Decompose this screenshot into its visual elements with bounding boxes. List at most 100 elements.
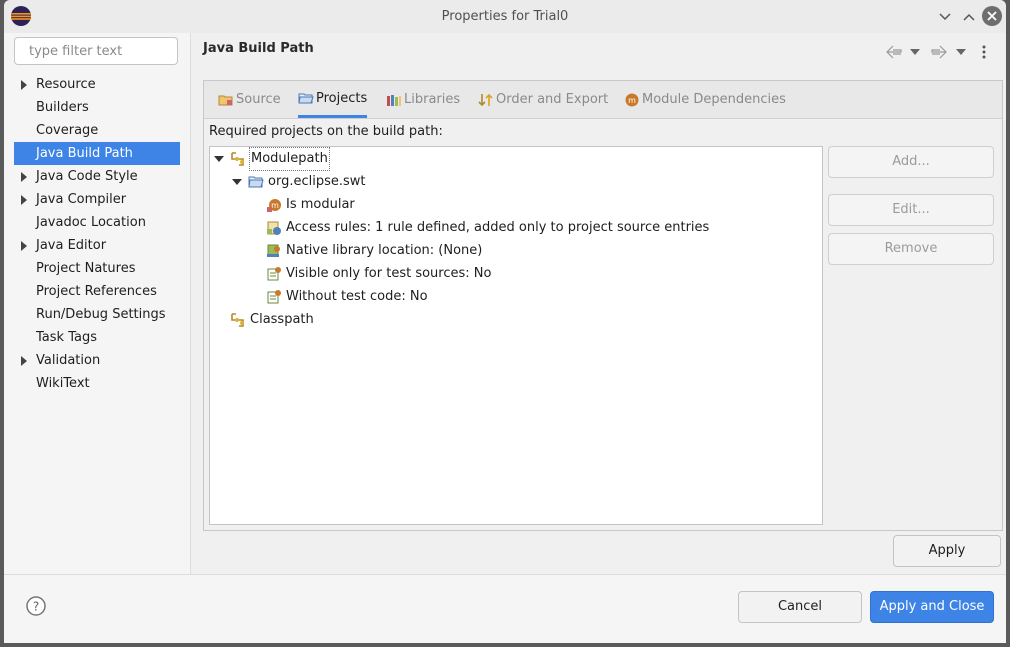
window-title: Properties for Trial0 — [441, 9, 569, 24]
tab-projects[interactable]: Projects — [298, 81, 368, 118]
tree-attr-test-sources[interactable]: Visible only for test sources: No — [265, 263, 491, 285]
libraries-icon — [387, 94, 401, 106]
tree-node-label: Native library location: (None) — [286, 243, 483, 258]
collapse-arrow-icon[interactable] — [232, 179, 242, 185]
properties-dialog: Properties for Trial0 Resource Builders … — [4, 0, 1006, 643]
svg-text:m: m — [271, 201, 279, 210]
cancel-button[interactable]: Cancel — [738, 591, 862, 623]
minimize-button[interactable] — [935, 7, 955, 27]
expand-arrow-icon[interactable] — [21, 172, 27, 182]
sidebar-item-label: Java Code Style — [36, 169, 138, 184]
back-history-dropdown[interactable] — [910, 44, 920, 60]
sidebar-item-project-natures[interactable]: Project Natures — [14, 257, 180, 280]
tab-module-dependencies[interactable]: m Module Dependencies — [624, 81, 786, 118]
sidebar-item-java-compiler[interactable]: Java Compiler — [14, 188, 180, 211]
tab-label: Order and Export — [496, 92, 609, 107]
tree-attr-native-library[interactable]: Native library location: (None) — [265, 240, 482, 262]
sidebar-item-builders[interactable]: Builders — [14, 96, 180, 119]
help-icon[interactable]: ? — [26, 596, 46, 616]
tree-attr-without-test-code[interactable]: Without test code: No — [265, 286, 428, 308]
sidebar-item-label: Resource — [36, 77, 96, 92]
tree-node-label: Visible only for test sources: No — [286, 266, 492, 281]
expand-arrow-icon[interactable] — [21, 356, 27, 366]
more-vertical-icon — [982, 45, 986, 59]
expand-arrow-icon[interactable] — [21, 80, 27, 90]
sidebar-item-wikitext[interactable]: WikiText — [14, 372, 180, 395]
sidebar-item-java-editor[interactable]: Java Editor — [14, 234, 180, 257]
module-attribute-icon: m — [267, 199, 281, 212]
sidebar-item-label: Project Natures — [36, 261, 136, 276]
sidebar-item-label: Coverage — [36, 123, 99, 138]
forward-button[interactable] — [931, 44, 947, 60]
project-folder-icon — [248, 176, 264, 188]
tab-order-and-export[interactable]: Order and Export — [478, 81, 608, 118]
native-library-icon — [267, 244, 280, 257]
edit-button[interactable]: Edit... — [828, 194, 994, 226]
tree-node-label: Access rules: 1 rule defined, added only… — [286, 220, 710, 235]
sidebar-item-label: Project References — [36, 284, 157, 299]
sidebar-item-label: Validation — [36, 353, 101, 368]
tree-node-project[interactable]: org.eclipse.swt — [247, 171, 365, 193]
view-menu-button[interactable] — [982, 44, 986, 60]
tree-node-label: Modulepath — [249, 147, 330, 171]
tree-attr-access-rules[interactable]: Access rules: 1 rule defined, added only… — [265, 217, 709, 239]
projects-tree[interactable]: Modulepath org.eclipse.swt m Is modular … — [209, 146, 823, 525]
back-button[interactable] — [886, 44, 902, 60]
sidebar-item-java-code-style[interactable]: Java Code Style — [14, 165, 180, 188]
tab-libraries[interactable]: Libraries — [386, 81, 460, 118]
collapse-arrow-icon[interactable] — [214, 156, 224, 162]
expand-arrow-icon[interactable] — [21, 195, 27, 205]
dialog-footer: ? Cancel Apply and Close — [4, 574, 1006, 643]
tree-node-label: Classpath — [250, 312, 314, 327]
sidebar-item-coverage[interactable]: Coverage — [14, 119, 180, 142]
sidebar-item-label: Java Editor — [36, 238, 107, 253]
chevron-up-icon — [963, 13, 975, 21]
sidebar: Resource Builders Coverage Java Build Pa… — [4, 33, 191, 574]
apply-button[interactable]: Apply — [893, 535, 1001, 567]
close-button[interactable] — [982, 6, 1002, 26]
access-rules-icon — [267, 221, 281, 235]
modulepath-icon — [231, 152, 244, 166]
sidebar-item-javadoc-location[interactable]: Javadoc Location — [14, 211, 180, 234]
tab-label: Projects — [316, 90, 368, 106]
expand-arrow-icon[interactable] — [21, 241, 27, 251]
source-folder-icon — [218, 95, 233, 105]
sidebar-item-validation[interactable]: Validation — [14, 349, 180, 372]
sidebar-item-task-tags[interactable]: Task Tags — [14, 326, 180, 349]
sidebar-item-label: Task Tags — [36, 330, 97, 345]
tab-bar: Source Projects Libraries Order and Expo… — [204, 81, 1002, 119]
test-sources-icon — [267, 267, 281, 281]
title-bar: Properties for Trial0 — [4, 0, 1006, 33]
apply-and-close-button[interactable]: Apply and Close — [870, 591, 994, 623]
svg-text:?: ? — [33, 600, 39, 614]
sidebar-item-resource[interactable]: Resource — [14, 73, 180, 96]
add-button[interactable]: Add... — [828, 146, 994, 178]
projects-folder-icon — [298, 93, 314, 104]
tree-attr-is-modular[interactable]: m Is modular — [265, 194, 355, 216]
tree-node-modulepath[interactable]: Modulepath — [229, 147, 330, 171]
module-icon: m — [625, 93, 639, 106]
caret-down-icon — [956, 49, 966, 55]
sidebar-item-run-debug-settings[interactable]: Run/Debug Settings — [14, 303, 180, 326]
forward-history-dropdown[interactable] — [956, 44, 966, 60]
sidebar-item-project-references[interactable]: Project References — [14, 280, 180, 303]
maximize-button[interactable] — [959, 7, 979, 27]
sidebar-item-java-build-path[interactable]: Java Build Path — [14, 142, 180, 165]
chevron-down-icon — [939, 13, 951, 21]
close-icon — [987, 11, 997, 21]
tree-node-label: Is modular — [286, 197, 355, 212]
tab-source[interactable]: Source — [218, 81, 281, 118]
sidebar-item-label: Java Build Path — [36, 146, 133, 161]
sidebar-item-label: WikiText — [36, 376, 90, 391]
tree-node-label: Without test code: No — [286, 289, 428, 304]
order-export-icon — [478, 93, 493, 106]
classpath-icon — [231, 313, 244, 327]
tree-node-classpath[interactable]: Classpath — [229, 309, 314, 331]
caret-down-icon — [910, 49, 920, 55]
remove-button[interactable]: Remove — [828, 233, 994, 265]
sidebar-item-label: Run/Debug Settings — [36, 307, 166, 322]
tab-label: Libraries — [404, 92, 461, 107]
sidebar-item-label: Javadoc Location — [36, 215, 146, 230]
filter-input[interactable] — [14, 37, 178, 65]
svg-text:m: m — [628, 96, 636, 105]
